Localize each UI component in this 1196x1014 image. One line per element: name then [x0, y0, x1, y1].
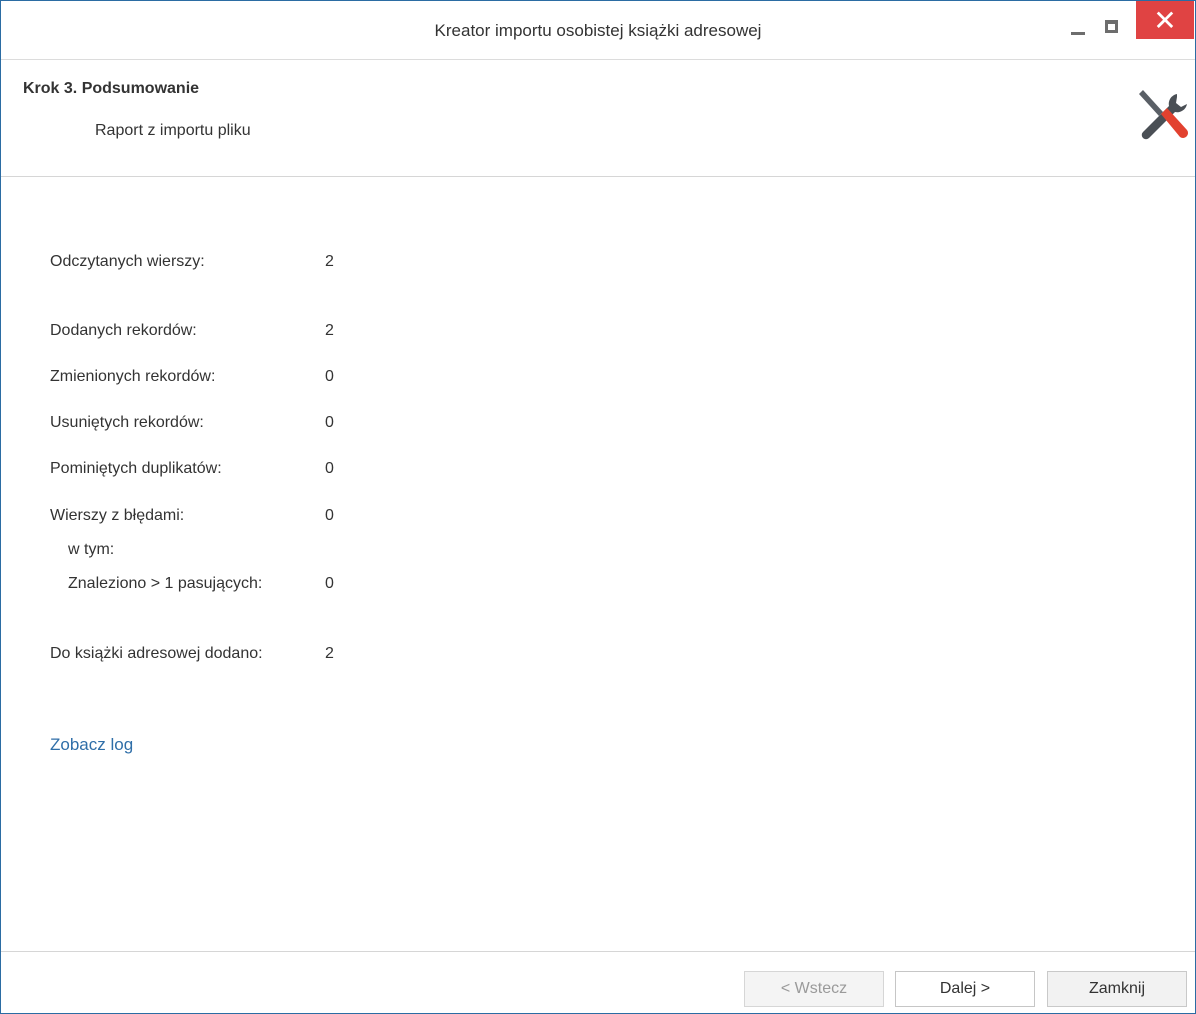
minimize-icon	[1071, 32, 1085, 35]
summary-label: Do książki adresowej dodano:	[50, 645, 263, 662]
minimize-button[interactable]	[1065, 1, 1095, 39]
wizard-footer: < Wstecz Dalej > Zamknij	[1, 951, 1195, 1014]
summary-value: 0	[325, 460, 334, 477]
summary-label: Zmienionych rekordów:	[50, 368, 216, 385]
summary-value: 2	[325, 322, 334, 339]
summary-value: 0	[325, 368, 334, 385]
close-window-button[interactable]: ✕	[1136, 1, 1194, 39]
summary-value: 2	[325, 253, 334, 270]
step-title: Krok 3. Podsumowanie	[23, 80, 200, 97]
next-button[interactable]: Dalej >	[895, 971, 1035, 1007]
title-bar[interactable]: Kreator importu osobistej książki adreso…	[1, 1, 1195, 60]
summary-value: 0	[325, 575, 334, 592]
close-icon: ✕	[1153, 4, 1177, 37]
wizard-header: Krok 3. Podsumowanie Raport z importu pl…	[1, 60, 1195, 177]
summary-label: w tym:	[68, 541, 115, 558]
import-wizard-window: Kreator importu osobistej książki adreso…	[0, 0, 1196, 1014]
close-button[interactable]: Zamknij	[1047, 971, 1187, 1007]
maximize-button[interactable]	[1099, 1, 1129, 39]
view-log-link[interactable]: Zobacz log	[50, 735, 133, 755]
summary-label: Pominiętych duplikatów:	[50, 460, 222, 477]
summary-value: 2	[325, 645, 334, 662]
summary-label: Usuniętych rekordów:	[50, 414, 204, 431]
summary-label: Wierszy z błędami:	[50, 507, 185, 524]
summary-value: 0	[325, 507, 334, 524]
summary-label: Odczytanych wierszy:	[50, 253, 205, 270]
tools-icon	[1139, 90, 1188, 140]
step-subtitle: Raport z importu pliku	[95, 122, 251, 139]
maximize-icon	[1105, 20, 1118, 33]
summary-label: Dodanych rekordów:	[50, 322, 197, 339]
summary-value: 0	[325, 414, 334, 431]
summary-label: Znaleziono > 1 pasujących:	[68, 575, 263, 592]
back-button[interactable]: < Wstecz	[744, 971, 884, 1007]
window-title: Kreator importu osobistej książki adreso…	[434, 21, 762, 40]
